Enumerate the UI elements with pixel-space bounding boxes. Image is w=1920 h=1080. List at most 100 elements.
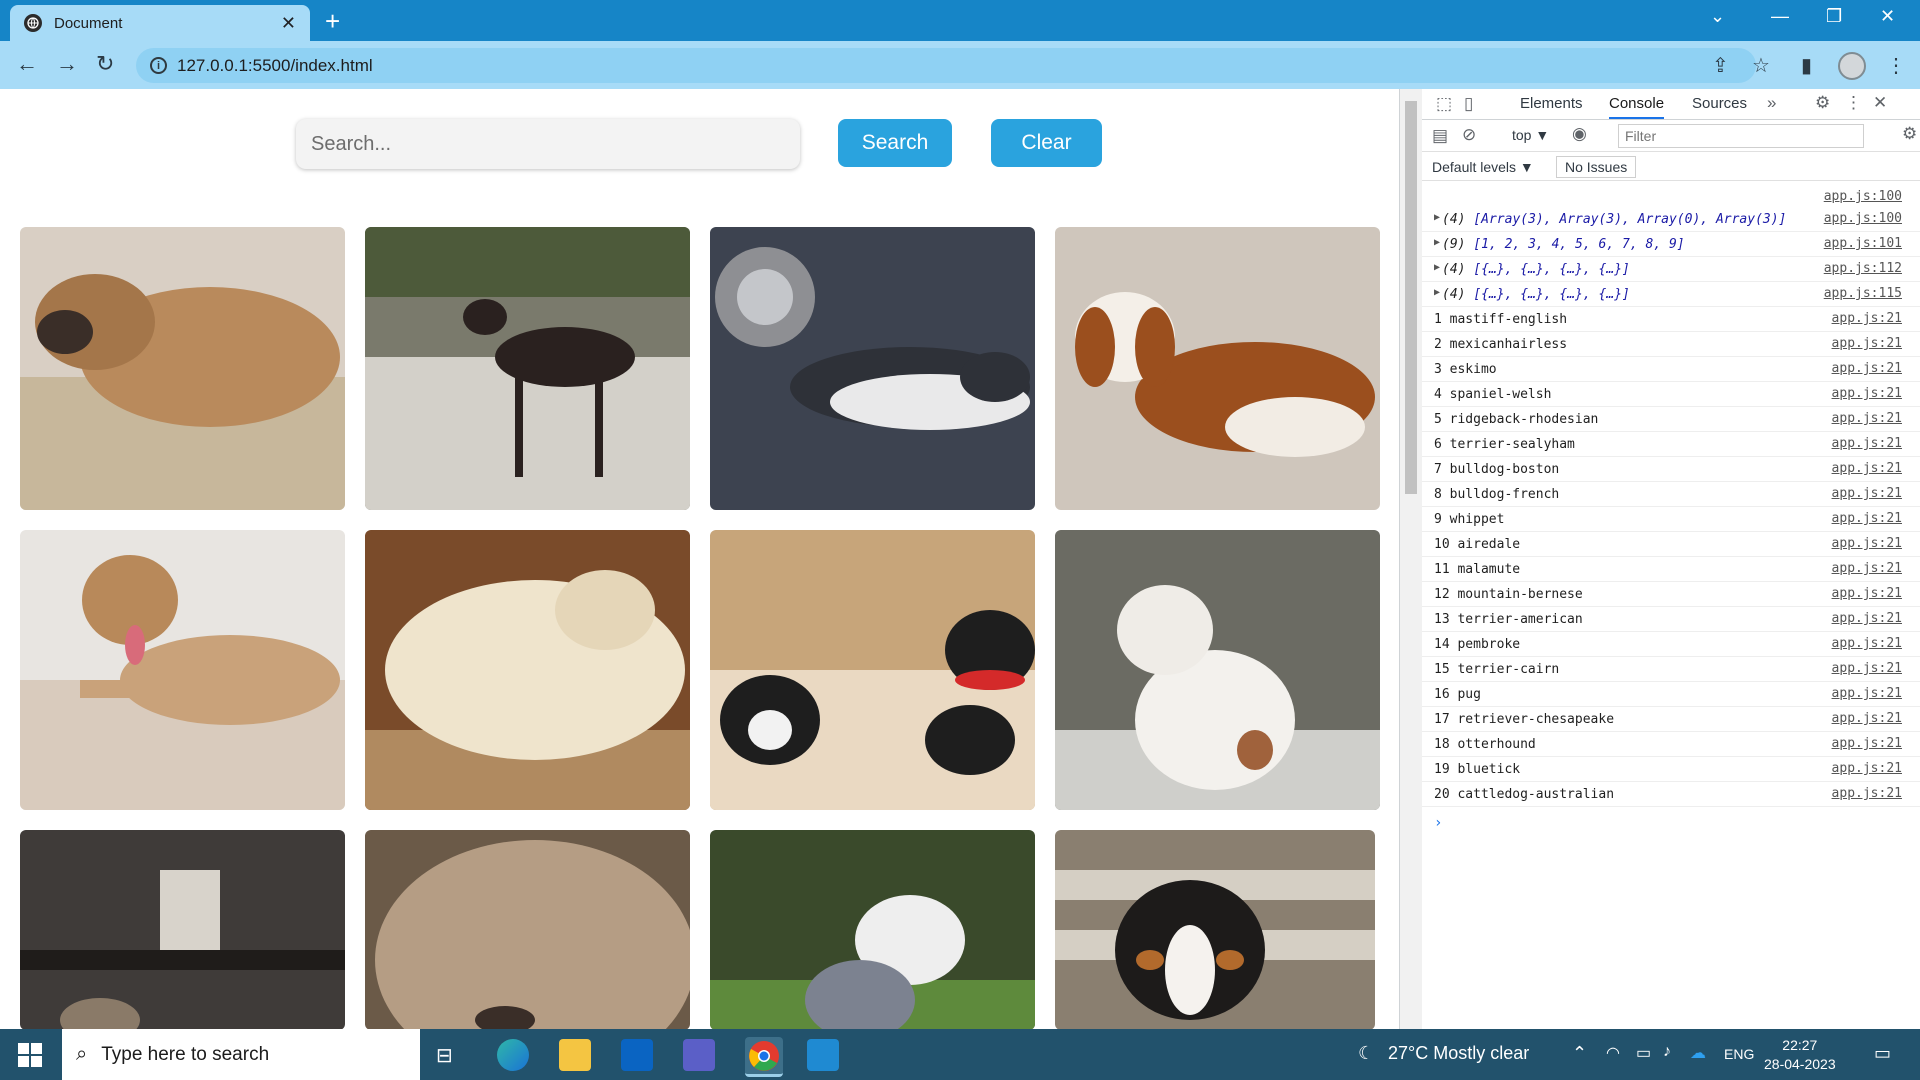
console-source-link[interactable]: app.js:21 xyxy=(1832,661,1902,676)
scrollbar-thumb[interactable] xyxy=(1405,101,1417,494)
forward-icon[interactable]: → xyxy=(56,51,78,77)
vscode-icon[interactable] xyxy=(807,1039,839,1071)
console-source-link[interactable]: app.js:21 xyxy=(1832,436,1902,451)
search-button[interactable]: Search xyxy=(838,119,952,167)
profile-avatar[interactable] xyxy=(1838,52,1866,80)
console-source-link[interactable]: app.js:112 xyxy=(1824,261,1902,276)
browser-tab[interactable]: Document ✕ xyxy=(10,5,310,41)
console-source-link[interactable]: app.js:21 xyxy=(1832,686,1902,701)
chrome-taskbar-slot[interactable] xyxy=(745,1037,783,1077)
console-source-link[interactable]: app.js:100 xyxy=(1824,211,1902,226)
close-icon[interactable]: ✕ xyxy=(281,13,296,34)
share-icon[interactable]: ⇪ xyxy=(1712,53,1729,78)
console-object-row[interactable]: ▶ (9) [1, 2, 3, 4, 5, 6, 7, 8, 9] app.js:1… xyxy=(1422,232,1920,257)
console-source-link[interactable]: app.js:21 xyxy=(1832,561,1902,576)
web-page: Search Clear xyxy=(0,89,1399,1029)
console-source-link[interactable]: app.js:21 xyxy=(1832,586,1902,601)
back-icon[interactable]: ← xyxy=(16,51,38,77)
log-breed: pembroke xyxy=(1457,637,1521,652)
menu-kebab-icon[interactable]: ⋮ xyxy=(1886,53,1906,78)
console-source-link[interactable]: app.js:21 xyxy=(1832,536,1902,551)
eye-icon[interactable]: ◉ xyxy=(1572,124,1587,144)
tab-console[interactable]: Console xyxy=(1609,95,1665,119)
file-explorer-icon[interactable] xyxy=(559,1039,591,1071)
console-source-link[interactable]: app.js:21 xyxy=(1832,311,1902,326)
expand-arrow-icon[interactable]: ▶ xyxy=(1434,212,1440,223)
close-devtools-icon[interactable]: ✕ xyxy=(1873,93,1887,113)
more-tabs-icon[interactable]: » xyxy=(1767,93,1776,113)
expand-arrow-icon[interactable]: ▶ xyxy=(1434,262,1440,273)
weather-text[interactable]: 27°C Mostly clear xyxy=(1388,1043,1529,1064)
kebab-menu-icon[interactable]: ⋮ xyxy=(1845,93,1862,113)
console-source-link[interactable]: app.js:21 xyxy=(1832,336,1902,351)
console-settings-icon[interactable]: ⚙ xyxy=(1902,124,1917,144)
page-scrollbar[interactable] xyxy=(1400,89,1422,1029)
task-view-icon[interactable]: ⊟ xyxy=(436,1043,453,1068)
taskbar-clock[interactable]: 22:27 28-04-2023 xyxy=(1764,1036,1836,1074)
log-index: 2 xyxy=(1434,337,1442,352)
restore-icon[interactable]: ❐ xyxy=(1826,6,1842,27)
info-icon[interactable]: i xyxy=(150,57,167,74)
console-object-row[interactable]: ▶ (4) [{…}, {…}, {…}, {…}] app.js:115 xyxy=(1422,282,1920,307)
language-indicator[interactable]: ENG xyxy=(1724,1046,1754,1062)
console-prompt-row[interactable]: › xyxy=(1422,807,1920,837)
minimize-icon[interactable]: — xyxy=(1771,6,1789,27)
gear-icon[interactable]: ⚙ xyxy=(1815,93,1830,113)
dog-image xyxy=(365,227,690,510)
console-source-link[interactable]: app.js:100 xyxy=(1824,189,1902,204)
outlook-icon[interactable] xyxy=(621,1039,653,1071)
search-input[interactable] xyxy=(296,119,800,169)
console-source-link[interactable]: app.js:115 xyxy=(1824,286,1902,301)
console-object-row[interactable]: ▶ (4) [{…}, {…}, {…}, {…}] app.js:112 xyxy=(1422,257,1920,282)
console-filter-input[interactable] xyxy=(1618,124,1864,148)
console-source-link[interactable]: app.js:21 xyxy=(1832,786,1902,801)
side-panel-icon[interactable]: ▮ xyxy=(1801,53,1812,78)
show-hidden-icons[interactable]: ⌃ xyxy=(1572,1043,1587,1064)
volume-icon[interactable]: ♪ xyxy=(1663,1043,1671,1061)
network-icon[interactable]: ◠ xyxy=(1606,1043,1620,1063)
battery-icon[interactable]: ▭ xyxy=(1636,1043,1651,1063)
expand-arrow-icon[interactable]: ▶ xyxy=(1434,237,1440,248)
log-index: 9 xyxy=(1434,512,1442,527)
weather-icon[interactable]: ☾ xyxy=(1358,1043,1374,1064)
console-source-link[interactable]: app.js:21 xyxy=(1832,386,1902,401)
prompt-chevron-icon: › xyxy=(1434,815,1443,831)
address-bar[interactable]: i 127.0.0.1:5500/index.html xyxy=(136,48,1756,83)
console-source-link[interactable]: app.js:21 xyxy=(1832,511,1902,526)
console-log-row: 18 otterhound app.js:21 xyxy=(1422,732,1920,757)
device-toggle-icon[interactable]: ▯ xyxy=(1464,94,1473,114)
console-source-link[interactable]: app.js:21 xyxy=(1832,486,1902,501)
inspect-icon[interactable]: ⬚ xyxy=(1436,94,1452,114)
levels-dropdown[interactable]: Default levels ▼ xyxy=(1432,159,1534,175)
clear-button[interactable]: Clear xyxy=(991,119,1102,167)
console-source-link[interactable]: app.js:21 xyxy=(1832,611,1902,626)
tab-sources[interactable]: Sources xyxy=(1692,95,1747,112)
edge-icon[interactable] xyxy=(497,1039,529,1071)
onedrive-icon[interactable]: ☁ xyxy=(1690,1043,1706,1063)
console-source-link[interactable]: app.js:21 xyxy=(1832,736,1902,751)
console-source-link[interactable]: app.js:101 xyxy=(1824,236,1902,251)
sidebar-toggle-icon[interactable]: ▤ xyxy=(1432,126,1448,146)
notifications-icon[interactable]: ▭ xyxy=(1874,1043,1891,1064)
console-source-link[interactable]: app.js:21 xyxy=(1832,711,1902,726)
clear-console-icon[interactable]: ⊘ xyxy=(1462,125,1476,145)
teams-icon[interactable] xyxy=(683,1039,715,1071)
console-source-link[interactable]: app.js:21 xyxy=(1832,361,1902,376)
console-log-row: 13 terrier-american app.js:21 xyxy=(1422,607,1920,632)
bookmark-star-icon[interactable]: ☆ xyxy=(1752,53,1770,78)
console-source-link[interactable]: app.js:21 xyxy=(1832,411,1902,426)
new-tab-button[interactable]: + xyxy=(325,6,340,36)
console-source-link[interactable]: app.js:21 xyxy=(1832,461,1902,476)
windows-start-icon[interactable] xyxy=(18,1043,42,1067)
tab-search-icon[interactable]: ⌄ xyxy=(1710,6,1725,27)
window-close-icon[interactable]: ✕ xyxy=(1880,6,1895,27)
expand-arrow-icon[interactable]: ▶ xyxy=(1434,287,1440,298)
taskbar-search[interactable]: ⌕ Type here to search xyxy=(62,1029,420,1080)
console-object-row[interactable]: ▶ (4) [Array(3), Array(3), Array(0), Arra… xyxy=(1422,207,1920,232)
console-source-link[interactable]: app.js:21 xyxy=(1832,761,1902,776)
issues-button[interactable]: No Issues xyxy=(1556,156,1637,178)
context-selector[interactable]: top ▼ xyxy=(1512,127,1549,143)
reload-icon[interactable]: ↻ xyxy=(96,51,114,77)
tab-elements[interactable]: Elements xyxy=(1520,95,1583,112)
console-source-link[interactable]: app.js:21 xyxy=(1832,636,1902,651)
